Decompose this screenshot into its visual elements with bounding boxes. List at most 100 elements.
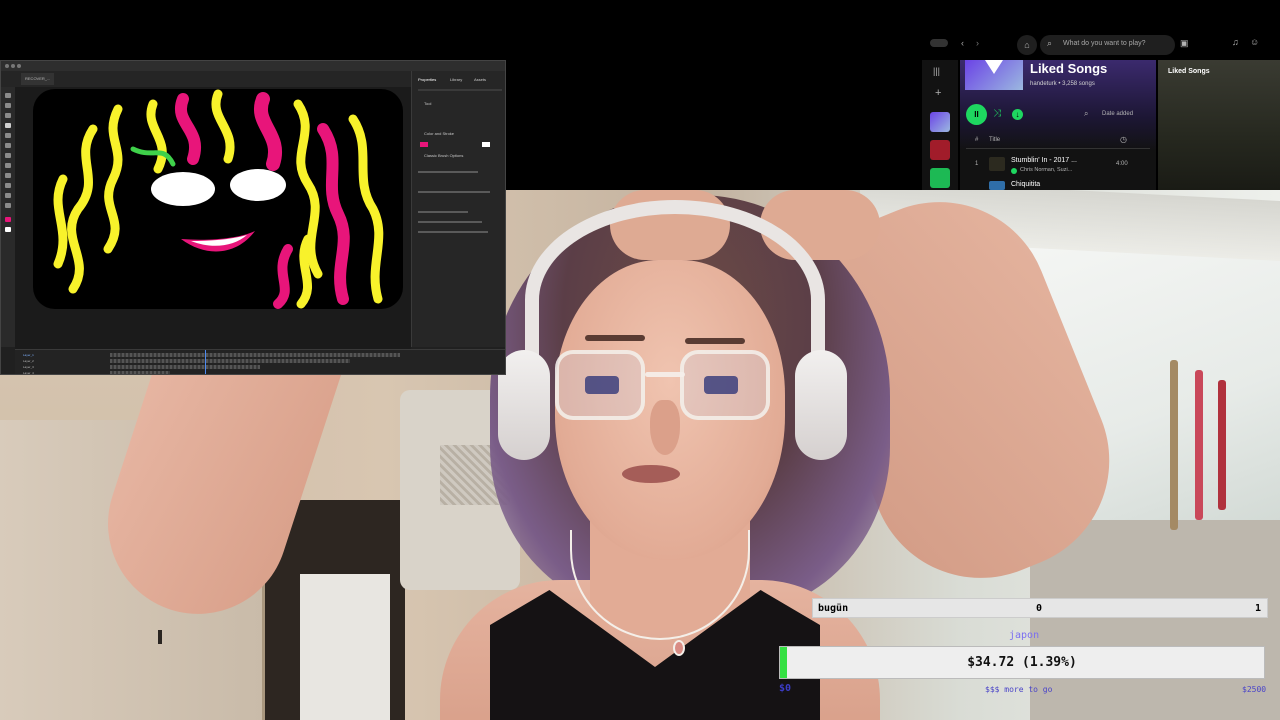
eraser-tool-icon[interactable]: [5, 143, 11, 148]
document-tab-bar: RECOVER_...: [1, 71, 411, 87]
back-arrow-icon[interactable]: ‹: [961, 38, 964, 48]
timeline-layer[interactable]: Layer_2: [23, 359, 83, 363]
liked-songs-thumbnail[interactable]: [930, 112, 950, 132]
text-tool-icon[interactable]: [5, 153, 11, 158]
panel-divider: [418, 89, 502, 91]
person-eyebrow: [585, 335, 645, 341]
header-divider: [966, 148, 1150, 149]
tool-section-label: Tool: [424, 101, 432, 106]
pause-button[interactable]: II: [966, 104, 987, 125]
selection-tool-icon[interactable]: [5, 93, 11, 98]
stroke-color-swatch[interactable]: [5, 227, 11, 232]
daily-goal-label: bugün: [818, 603, 849, 614]
timeline-layer[interactable]: Layer_3: [23, 365, 83, 369]
animation-app-window[interactable]: RECOVER_... Properties Library Assets To…: [0, 60, 506, 375]
timeline-frames[interactable]: [110, 353, 400, 357]
document-tab[interactable]: RECOVER_...: [21, 73, 55, 85]
glasses-lens: [680, 350, 770, 420]
hand-tool-icon[interactable]: [5, 193, 11, 198]
playlist-thumbnail[interactable]: [930, 140, 950, 160]
library-icon[interactable]: |||: [933, 66, 940, 76]
track-artist[interactable]: Chris Norman, Suzi...: [1020, 167, 1072, 173]
cabinet-handle: [158, 630, 162, 644]
pencil-tool-icon[interactable]: [5, 133, 11, 138]
timeline-playhead[interactable]: [205, 350, 206, 374]
timeline-frames[interactable]: [110, 371, 170, 374]
options-section-label: Classic Brush Options: [424, 153, 464, 158]
home-icon[interactable]: ⌂: [1017, 35, 1037, 55]
track-title[interactable]: Stumblin' In - 2017 ...: [1011, 157, 1077, 164]
search-icon: ⌕: [1047, 38, 1053, 48]
background-utensil: [1195, 370, 1203, 520]
window-controls-icon[interactable]: [930, 39, 948, 47]
shuffle-icon[interactable]: ⤨: [993, 108, 1001, 119]
brush-tool-icon[interactable]: [5, 123, 11, 128]
window-minimize-icon[interactable]: [11, 64, 15, 68]
forward-arrow-icon[interactable]: ›: [976, 38, 979, 48]
download-icon[interactable]: ↓: [1012, 109, 1023, 120]
timeline-frames[interactable]: [110, 365, 260, 369]
option-row[interactable]: [418, 221, 482, 223]
zoom-tool-icon[interactable]: [5, 203, 11, 208]
downloaded-icon: [1011, 168, 1017, 174]
background-utensil: [1218, 380, 1226, 510]
timeline-panel[interactable]: Layer_1 Layer_2 Layer_3 Layer_4: [15, 349, 505, 374]
fill-color-swatch[interactable]: [5, 217, 11, 222]
playlist-owner[interactable]: handeturk • 3,258 songs: [1030, 81, 1095, 87]
line-tool-icon[interactable]: [5, 163, 11, 168]
track-title[interactable]: Chiquitita: [1011, 181, 1040, 188]
search-placeholder: What do you want to play?: [1063, 40, 1146, 47]
duration-clock-icon: ◷: [1120, 135, 1127, 144]
saved-episodes-thumbnail[interactable]: [930, 168, 950, 188]
donation-remaining-label: $$$ more to go: [985, 685, 1053, 694]
window-titlebar[interactable]: [1, 61, 505, 71]
background-utensil: [1170, 360, 1178, 530]
track-number: 1: [975, 161, 979, 167]
add-playlist-icon[interactable]: +: [935, 87, 941, 99]
person-nose: [650, 400, 680, 455]
face-illustration: [53, 89, 384, 309]
subselection-tool-icon[interactable]: [5, 103, 11, 108]
fill-swatch[interactable]: [420, 142, 428, 147]
now-playing-panel: [1158, 60, 1280, 190]
option-row[interactable]: [418, 211, 468, 213]
timeline-layer[interactable]: Layer_4: [23, 371, 83, 374]
timeline-layer[interactable]: Layer_1: [23, 353, 83, 357]
tab-properties[interactable]: Properties: [418, 77, 436, 85]
option-row[interactable]: [418, 231, 488, 233]
donation-max-label: $2500: [1242, 685, 1267, 694]
transform-tool-icon[interactable]: [5, 113, 11, 118]
background-drawer: [300, 570, 390, 720]
size-slider[interactable]: [418, 171, 478, 173]
list-search-icon[interactable]: ⌕: [1084, 109, 1088, 119]
shape-tool-icon[interactable]: [5, 173, 11, 178]
donation-min-label: $0: [779, 683, 792, 694]
track-artwork: [989, 181, 1005, 190]
tab-library[interactable]: Library: [450, 77, 462, 85]
goal-name: japon: [1009, 630, 1040, 641]
browse-icon[interactable]: ▣: [1180, 38, 1189, 49]
stroke-swatch[interactable]: [482, 142, 490, 147]
donation-amount: $34.72 (1.39%): [967, 655, 1077, 670]
playlist-title: Liked Songs: [1030, 61, 1108, 76]
window-close-icon[interactable]: [5, 64, 9, 68]
track-duration: 4:00: [1116, 161, 1128, 167]
smoothing-slider[interactable]: [418, 191, 490, 193]
glasses-bridge: [645, 372, 685, 377]
window-maximize-icon[interactable]: [17, 64, 21, 68]
notifications-bell-icon[interactable]: ♫: [1232, 37, 1239, 47]
paint-bucket-icon[interactable]: [5, 183, 11, 188]
friends-activity-icon[interactable]: ☺: [1250, 37, 1259, 47]
column-title-header[interactable]: Title: [989, 137, 1000, 143]
timeline-frames[interactable]: [110, 359, 350, 363]
glasses-lens: [555, 350, 645, 420]
headphones-right-cup: [795, 350, 847, 460]
person-mouth: [622, 465, 680, 483]
color-section-label: Color and Stroke: [424, 131, 455, 136]
sort-dropdown[interactable]: Date added: [1102, 111, 1133, 117]
necklace-pendant: [673, 640, 685, 656]
drawing-canvas[interactable]: [33, 89, 403, 309]
track-artwork: [989, 157, 1005, 171]
tab-assets[interactable]: Assets: [474, 77, 486, 85]
column-number-header: #: [975, 137, 979, 143]
